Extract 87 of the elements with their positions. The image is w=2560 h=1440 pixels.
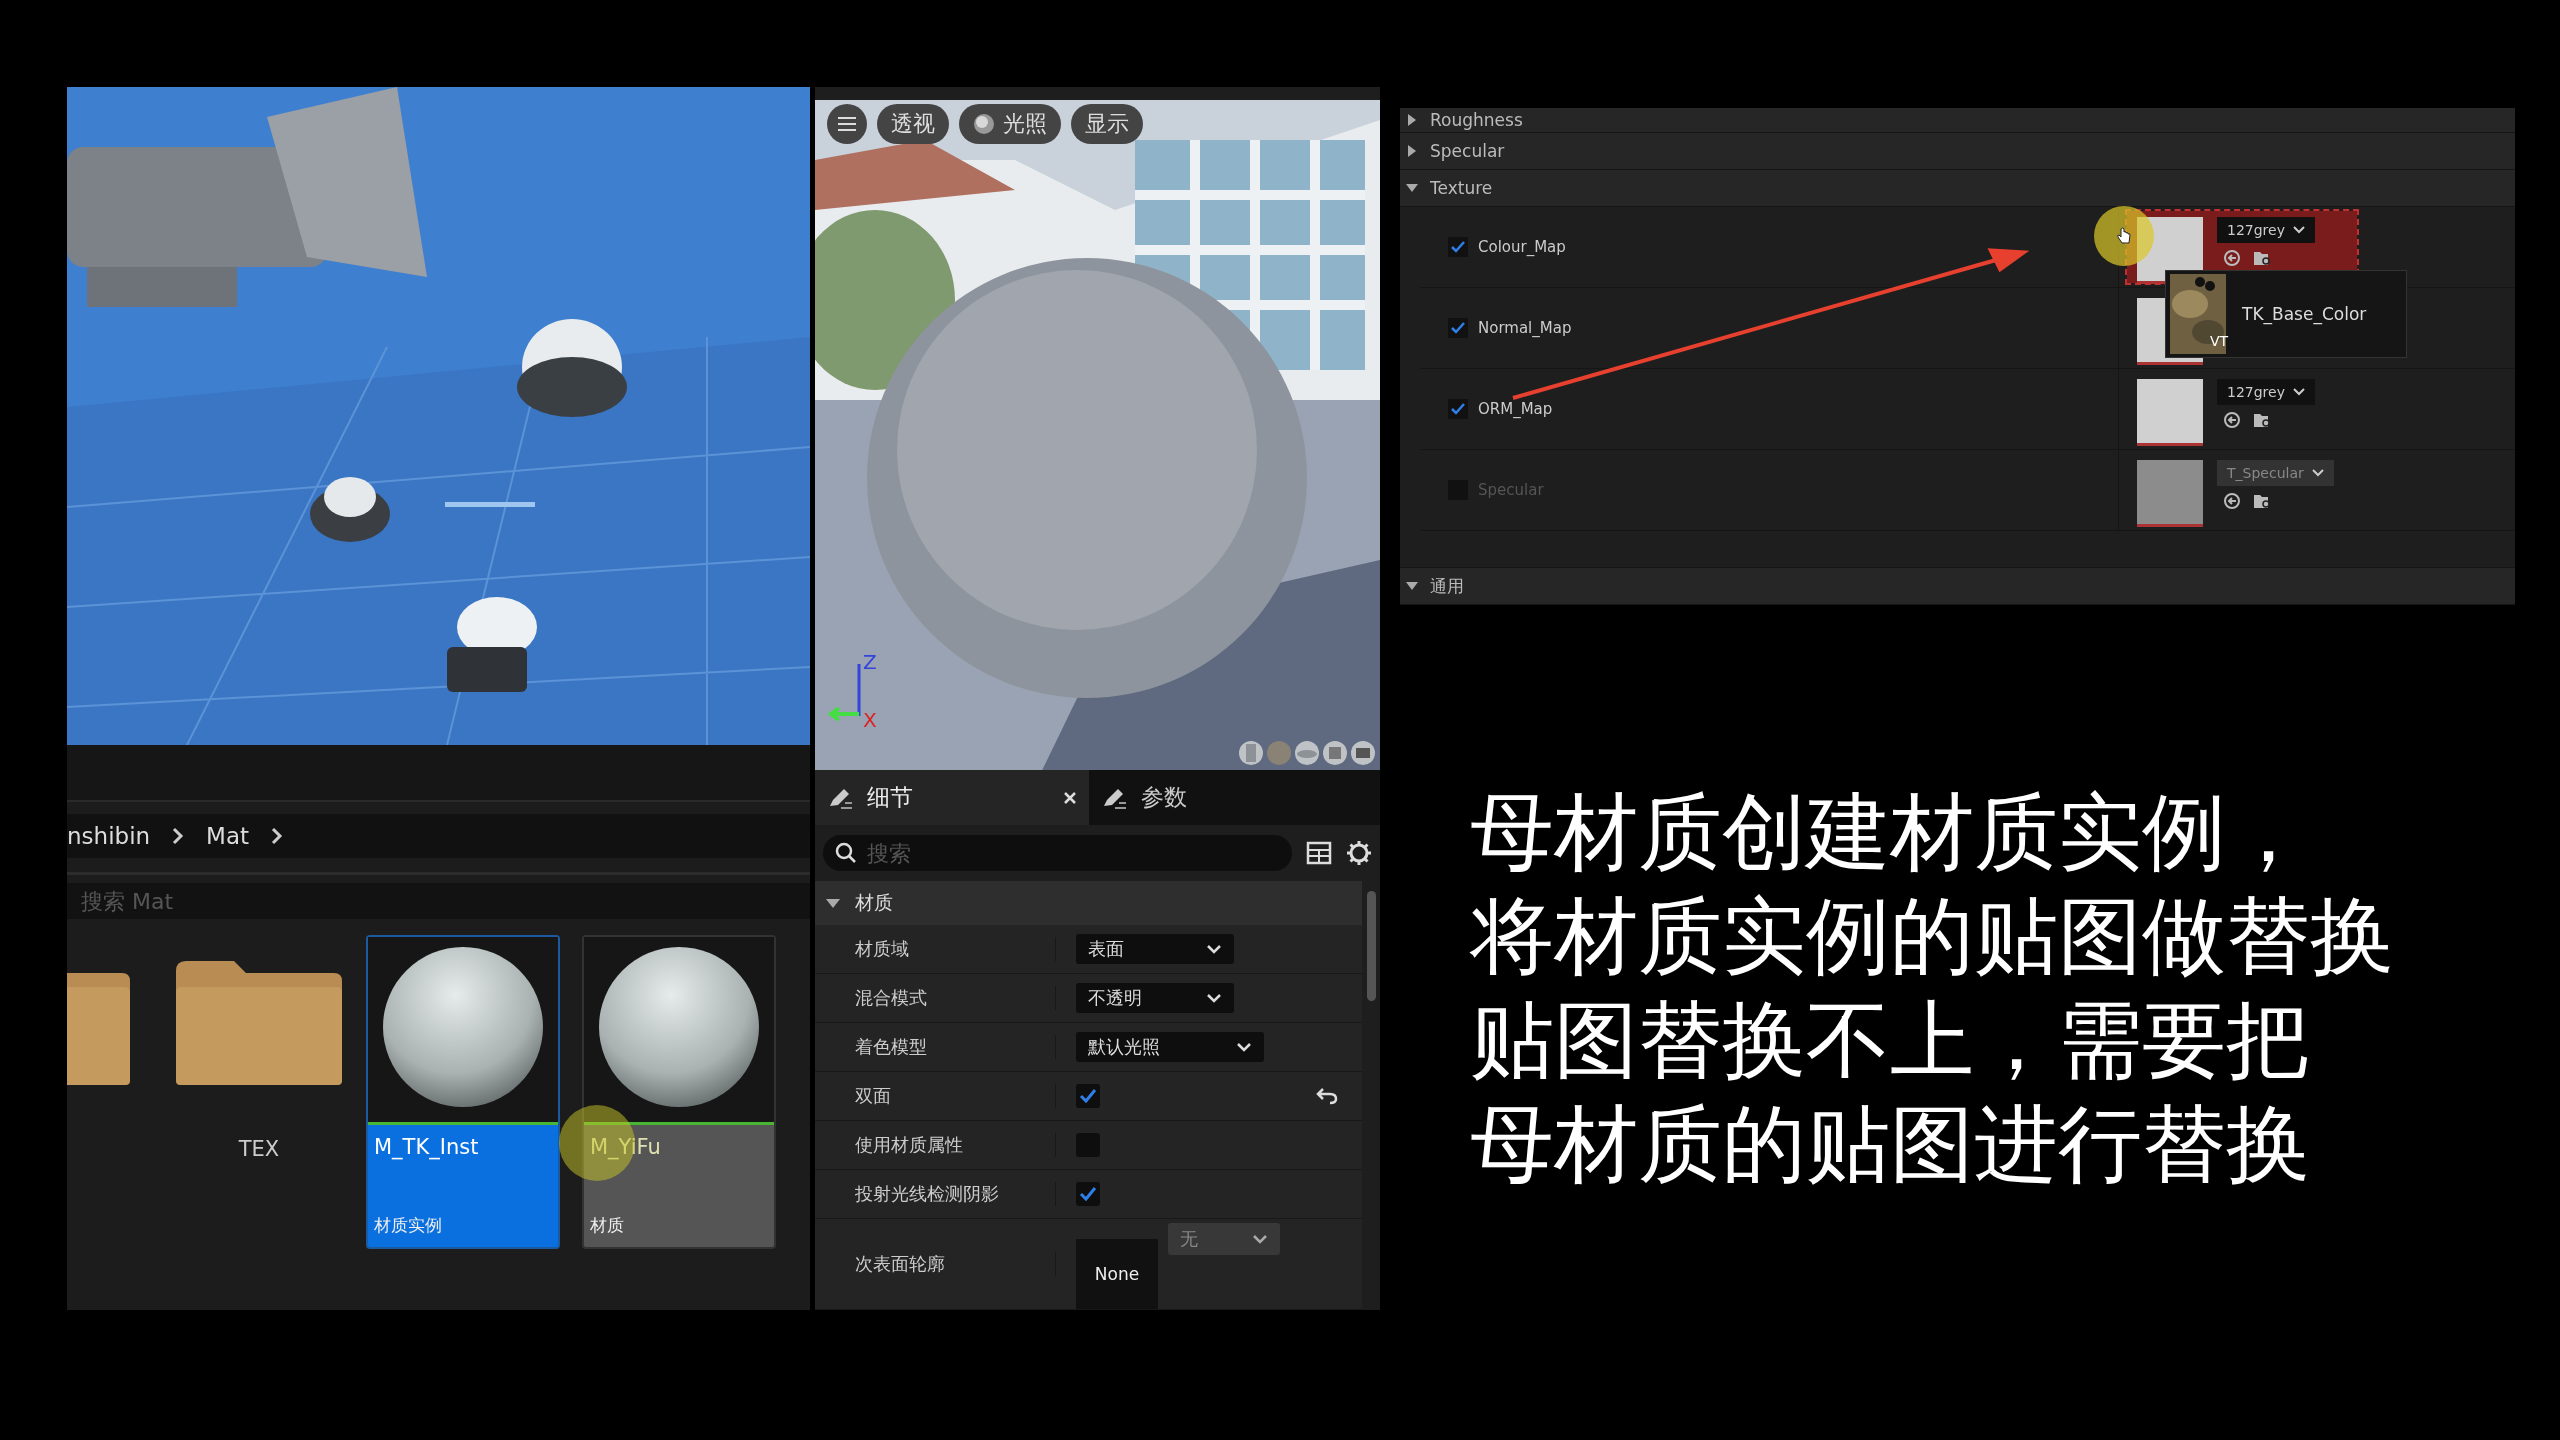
dropdown[interactable]: T_Specular: [2217, 460, 2334, 486]
tab[interactable]: 细节: [815, 770, 1089, 825]
checkbox[interactable]: [1448, 237, 1468, 257]
asset-type: 材质: [589, 1214, 625, 1237]
caption-text: 母材质的贴图进行替换: [1470, 1094, 2311, 1195]
viewport-button[interactable]: 透视: [877, 104, 949, 144]
expand-arrow-icon: [1406, 145, 1418, 157]
preview-shape-icon[interactable]: [1350, 740, 1376, 767]
asset-name: M_YiFu: [589, 1134, 662, 1159]
dropdown[interactable]: 默认光照: [1076, 1032, 1264, 1062]
checkbox[interactable]: [1448, 399, 1468, 419]
browse-folder-icon[interactable]: [2253, 411, 2271, 429]
browse-folder-icon[interactable]: [2253, 492, 2271, 510]
checkbox[interactable]: [1076, 1182, 1100, 1206]
chevron-icon: [271, 826, 284, 846]
chevron-icon: [172, 826, 185, 846]
use-selected-icon[interactable]: [2223, 249, 2241, 267]
expand-arrow-icon: [1406, 182, 1418, 194]
parameter-name: Normal_Map: [1478, 319, 1572, 337]
dropdown[interactable]: 不透明: [1076, 983, 1234, 1013]
preview-shape-icon[interactable]: [1238, 740, 1264, 767]
settings-icon[interactable]: [1346, 840, 1372, 866]
property-label: 混合模式: [815, 986, 1056, 1010]
caret-icon: [2292, 388, 2305, 396]
caret-icon: [1236, 1042, 1252, 1052]
property-label: 使用材质属性: [815, 1133, 1056, 1157]
search-field[interactable]: 搜索: [823, 835, 1292, 871]
parameter-name: Colour_Map: [1478, 238, 1566, 256]
axis-label: Z: [863, 650, 877, 674]
parameter-name: ORM_Map: [1478, 400, 1553, 418]
category-header[interactable]: 通用: [1400, 568, 2515, 605]
reset-icon[interactable]: [1316, 1087, 1338, 1105]
dropdown[interactable]: 127grey: [2217, 217, 2315, 243]
category-header[interactable]: Texture: [1400, 170, 2515, 207]
texture-thumbnail[interactable]: [2137, 379, 2203, 446]
caret-icon: [2292, 226, 2305, 234]
browse-folder-icon[interactable]: [2253, 249, 2271, 267]
close-icon[interactable]: [1063, 790, 1077, 805]
expand-arrow-icon: [1406, 114, 1418, 126]
caption-text: 贴图替换不上，需要把: [1470, 990, 2311, 1091]
asset-name: M_TK_Inst: [373, 1134, 480, 1159]
expand-arrow-icon: [825, 897, 841, 909]
search-field[interactable]: 搜索 Mat: [67, 883, 810, 919]
caption-text: 母材质创建材质实例，: [1470, 782, 2311, 883]
caret-icon: [1252, 1234, 1268, 1244]
use-selected-icon[interactable]: [2223, 411, 2241, 429]
property-label: 双面: [815, 1084, 1056, 1108]
property-label: 材质域: [815, 937, 1056, 961]
asset-tile[interactable]: M_TK_Inst 材质实例: [366, 935, 560, 1249]
sphere-icon: [973, 113, 995, 135]
scrollbar[interactable]: [1367, 891, 1376, 1001]
texture-preview-icon: [2170, 274, 2226, 354]
expand-arrow-icon: [1406, 580, 1418, 592]
preview-shape-icon[interactable]: [1294, 740, 1320, 767]
breadcrumb-item[interactable]: Mat: [206, 823, 250, 849]
search-icon: [835, 842, 857, 864]
checkbox[interactable]: [1448, 318, 1468, 338]
caret-icon: [1206, 944, 1222, 954]
table-icon[interactable]: [1306, 841, 1332, 865]
dropdown[interactable]: 表面: [1076, 934, 1234, 964]
viewport-button[interactable]: 显示: [1071, 104, 1143, 144]
tab[interactable]: 参数: [1089, 770, 1363, 825]
axis-label: X: [863, 708, 877, 732]
breadcrumb-item[interactable]: nshibin: [67, 823, 151, 849]
category-header[interactable]: Specular: [1400, 133, 2515, 170]
checkbox[interactable]: [1076, 1084, 1100, 1108]
preview-shape-icon[interactable]: [1322, 740, 1348, 767]
property-label: 次表面轮廓: [815, 1252, 1056, 1276]
folder-icon[interactable]: [174, 959, 344, 1087]
category-header[interactable]: 材质: [815, 881, 1362, 925]
property-label: 着色模型: [815, 1035, 1056, 1059]
hand-cursor-icon: [2116, 227, 2132, 245]
dropdown[interactable]: 127grey: [2217, 379, 2315, 405]
asset-type: 材质实例: [373, 1214, 443, 1237]
caption-text: 将材质实例的贴图做替换: [1470, 886, 2395, 987]
caret-icon: [1206, 993, 1222, 1003]
tooltip-text: TK_Base_Color: [2242, 304, 2367, 324]
texture-thumbnail[interactable]: [2137, 460, 2203, 527]
menu-icon: [837, 116, 857, 132]
caret-icon: [2311, 469, 2324, 477]
property-label: 投射光线检测阴影: [815, 1182, 1056, 1206]
use-selected-icon[interactable]: [2223, 492, 2241, 510]
category-header[interactable]: Roughness: [1400, 108, 2515, 133]
texture-type-label: VT: [2210, 333, 2229, 349]
viewport-button[interactable]: 光照: [959, 104, 1061, 144]
asset-tile[interactable]: M_YiFu 材质: [582, 935, 776, 1249]
folder-tile[interactable]: TEX: [174, 935, 344, 1221]
